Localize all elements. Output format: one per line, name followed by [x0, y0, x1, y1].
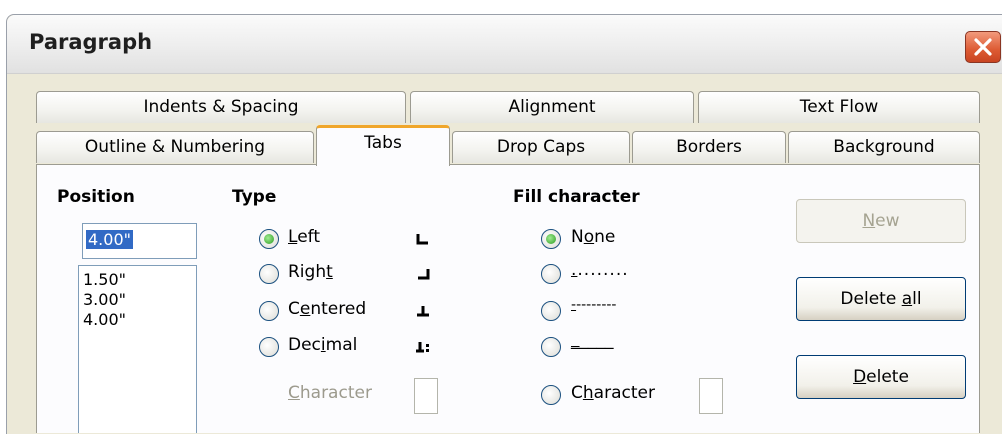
fill-underscore-radio[interactable] — [541, 337, 561, 357]
tab-left-icon — [416, 234, 428, 245]
tab-text-flow[interactable]: Text Flow — [698, 91, 980, 123]
list-item[interactable]: 4.00" — [83, 310, 126, 329]
fill-dashes-label[interactable]: --------- — [571, 297, 616, 313]
type-centered-radio[interactable] — [259, 301, 279, 321]
fill-character-option-label[interactable]: Character — [571, 383, 655, 403]
close-button[interactable] — [965, 31, 1001, 63]
type-centered-label[interactable]: Centered — [288, 299, 366, 319]
tab-alignment[interactable]: Alignment — [410, 91, 694, 123]
tab-centered-icon — [417, 306, 429, 317]
position-list[interactable]: 1.50" 3.00" 4.00" — [78, 265, 197, 433]
fill-none-label[interactable]: None — [571, 227, 615, 247]
list-item[interactable]: 3.00" — [83, 290, 126, 309]
tab-background[interactable]: Background — [788, 131, 980, 163]
list-item[interactable]: 1.50" — [83, 270, 126, 289]
fill-none-radio[interactable] — [541, 229, 561, 249]
fill-character-label: Fill character — [513, 187, 640, 207]
fill-underscore-label[interactable]: _____ — [571, 330, 614, 350]
fill-character-radio[interactable] — [541, 385, 561, 405]
fill-dots-label[interactable]: ......... — [571, 260, 629, 280]
tab-right-icon — [418, 269, 430, 280]
fill-dashes-radio[interactable] — [541, 301, 561, 321]
tab-decimal-icon — [416, 342, 429, 353]
position-input-value: 4.00" — [86, 230, 133, 249]
delete-button[interactable]: Delete — [796, 355, 966, 399]
delete-all-button[interactable]: Delete all — [796, 277, 966, 321]
new-button[interactable]: New — [796, 199, 966, 243]
type-decimal-radio[interactable] — [259, 337, 279, 357]
type-label: Type — [232, 187, 277, 207]
type-character-field — [414, 378, 438, 414]
type-character-label: Character — [288, 383, 372, 403]
type-left-radio[interactable] — [259, 229, 279, 249]
close-icon — [974, 38, 992, 56]
tab-outline-numbering[interactable]: Outline & Numbering — [36, 131, 314, 163]
title-bar[interactable]: Paragraph — [7, 15, 1002, 74]
tab-borders[interactable]: Borders — [632, 131, 786, 163]
tab-tabs[interactable]: Tabs — [316, 125, 450, 166]
position-input[interactable]: 4.00" — [82, 223, 197, 259]
type-right-radio[interactable] — [259, 264, 279, 284]
fill-character-field[interactable] — [699, 378, 723, 414]
tab-indents-spacing[interactable]: Indents & Spacing — [36, 91, 406, 123]
window-title: Paragraph — [29, 30, 153, 54]
position-label: Position — [57, 187, 135, 207]
fill-dots-radio[interactable] — [541, 264, 561, 284]
type-left-label[interactable]: Left — [288, 227, 320, 247]
tab-drop-caps[interactable]: Drop Caps — [452, 131, 630, 163]
type-decimal-label[interactable]: Decimal — [288, 335, 357, 355]
type-right-label[interactable]: Right — [288, 262, 333, 282]
